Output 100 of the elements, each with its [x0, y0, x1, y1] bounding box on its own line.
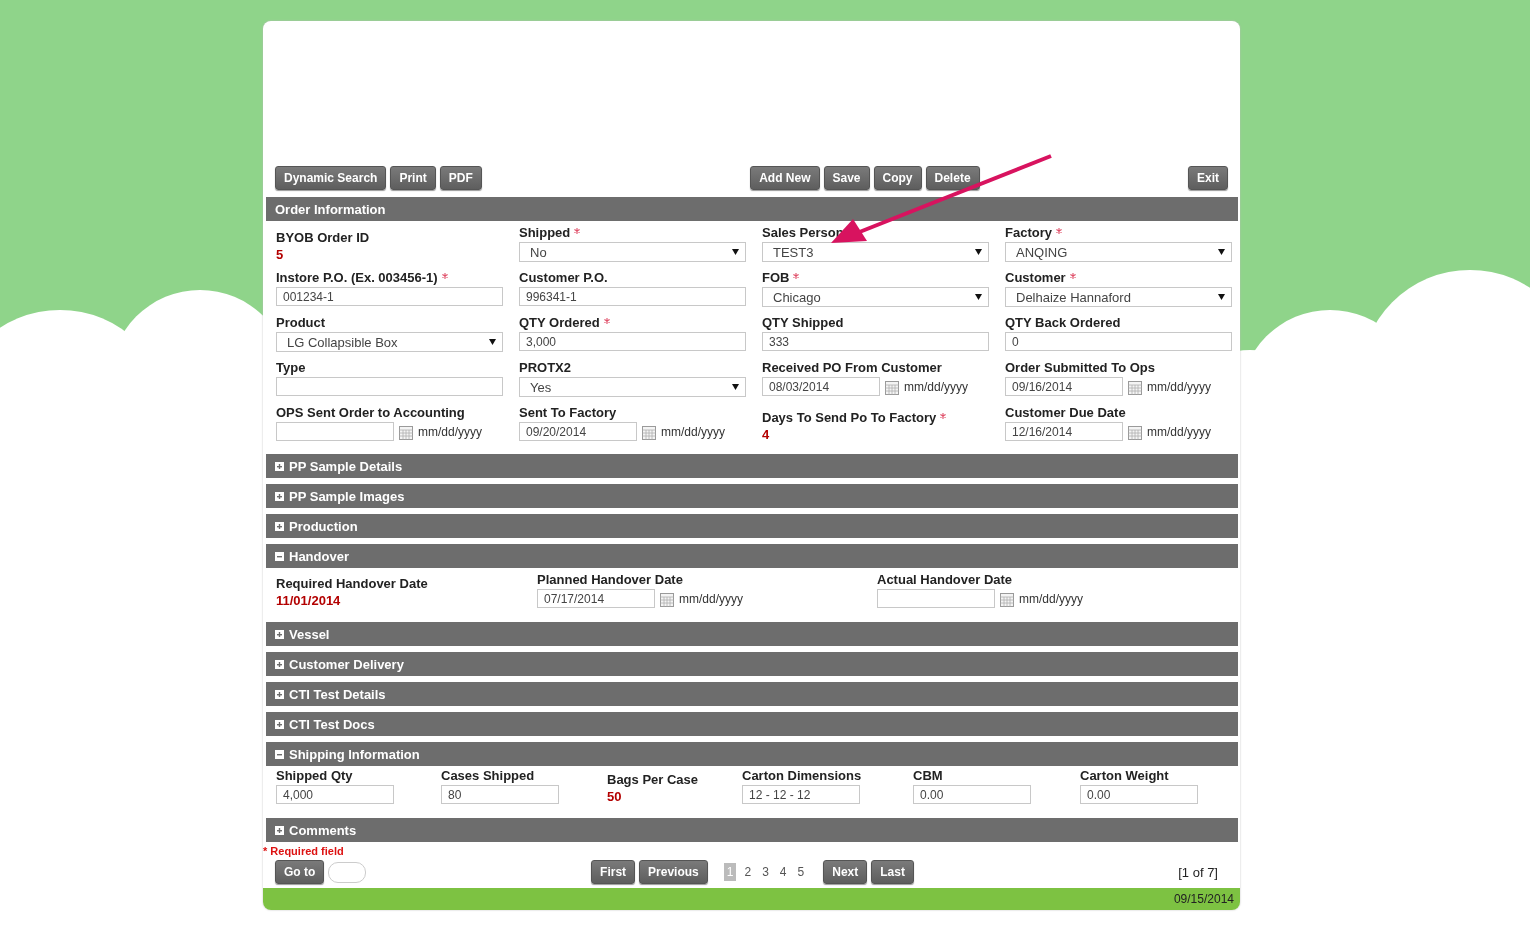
- section-header[interactable]: Customer Delivery: [266, 652, 1238, 676]
- page-link[interactable]: 5: [794, 863, 808, 881]
- record-count: [1 of 7]: [1177, 864, 1218, 880]
- field-label: PROTX2: [519, 360, 571, 375]
- text-field[interactable]: 12 - 12 - 12: [742, 785, 860, 804]
- section-header[interactable]: PP Sample Images: [266, 484, 1238, 508]
- field-label: QTY Ordered: [519, 315, 600, 330]
- select-field[interactable]: Yes: [519, 377, 746, 397]
- section-header[interactable]: Shipping Information: [266, 742, 1238, 766]
- section-header[interactable]: Production: [266, 514, 1238, 538]
- field-label: Product: [276, 315, 326, 330]
- section-header[interactable]: Order Information: [266, 197, 1238, 221]
- date-format-hint: mm/dd/yyyy: [679, 591, 743, 606]
- calendar-icon[interactable]: [642, 426, 656, 440]
- expand-icon[interactable]: [275, 461, 284, 471]
- calendar-icon[interactable]: [1000, 593, 1014, 607]
- field-label: Bags Per Case: [607, 772, 699, 787]
- first-button[interactable]: First: [591, 860, 636, 884]
- expand-icon[interactable]: [275, 825, 284, 835]
- expand-icon[interactable]: [275, 689, 284, 699]
- go-to-button[interactable]: Go to: [275, 860, 325, 884]
- expand-icon[interactable]: [275, 491, 284, 501]
- text-field[interactable]: 80: [441, 785, 559, 804]
- expand-icon[interactable]: [275, 521, 284, 531]
- field-label: CBM: [913, 768, 943, 783]
- page-number-field[interactable]: [328, 861, 367, 883]
- date-format-hint: mm/dd/yyyy: [904, 379, 968, 394]
- section-header[interactable]: PP Sample Details: [266, 454, 1238, 478]
- caret-icon: [975, 249, 982, 255]
- text-field[interactable]: 0.00: [1080, 785, 1198, 804]
- field-label: Days To Send Po To Factory: [762, 410, 937, 425]
- date-field[interactable]: 09/20/2014: [519, 422, 637, 441]
- calendar-icon[interactable]: [885, 381, 899, 395]
- section-header[interactable]: CTI Test Docs: [266, 712, 1238, 736]
- page-link[interactable]: 4: [776, 863, 790, 881]
- page-link[interactable]: 2: [741, 863, 755, 881]
- text-field[interactable]: 996341-1: [519, 287, 746, 306]
- select-field[interactable]: Chicago: [762, 287, 989, 307]
- field-value: 4: [762, 427, 771, 442]
- collapse-icon[interactable]: [275, 749, 284, 759]
- section-header[interactable]: Comments: [266, 818, 1238, 842]
- date-field[interactable]: 09/16/2014: [1005, 377, 1123, 396]
- text-field[interactable]: 0: [1005, 332, 1232, 351]
- text-field[interactable]: 4,000: [276, 785, 394, 804]
- field-label: Customer: [1005, 270, 1066, 285]
- text-field[interactable]: [276, 377, 503, 396]
- previous-button[interactable]: Previous: [639, 860, 708, 884]
- next-button[interactable]: Next: [823, 860, 868, 884]
- date-field[interactable]: 12/16/2014: [1005, 422, 1123, 441]
- calendar-icon[interactable]: [660, 593, 674, 607]
- field-label: Carton Dimensions: [742, 768, 862, 783]
- field-label: Cases Shipped: [441, 768, 535, 783]
- select-field[interactable]: No: [519, 242, 746, 262]
- select-field[interactable]: LG Collapsible Box: [276, 332, 503, 352]
- select-field[interactable]: ANQING: [1005, 242, 1232, 262]
- page-link[interactable]: 3: [759, 863, 772, 881]
- section-header[interactable]: Handover: [266, 544, 1238, 568]
- toolbar-button[interactable]: Dynamic Search: [275, 166, 387, 190]
- calendar-icon[interactable]: [399, 426, 413, 440]
- status-date: 09/15/2014: [1173, 892, 1234, 906]
- section-header[interactable]: Vessel: [266, 622, 1238, 646]
- collapse-icon[interactable]: [275, 551, 284, 561]
- text-field[interactable]: 001234-1: [276, 287, 503, 306]
- date-field[interactable]: 08/03/2014: [762, 377, 880, 396]
- field-label: Customer Due Date: [1005, 405, 1126, 420]
- field-value: 5: [276, 247, 285, 262]
- field-label: Factory: [1005, 225, 1052, 240]
- toolbar-button[interactable]: Add New: [750, 166, 820, 190]
- field-label: Actual Handover Date: [877, 572, 1013, 587]
- toolbar-button[interactable]: Print: [390, 166, 436, 190]
- toolbar-button[interactable]: Copy: [873, 166, 922, 190]
- required-note: * Required field: [263, 845, 345, 857]
- caret-icon: [732, 384, 739, 390]
- text-field[interactable]: 3,000: [519, 332, 746, 351]
- field-label: Customer P.O.: [519, 270, 608, 285]
- exit-button[interactable]: Exit: [1188, 166, 1228, 190]
- calendar-icon[interactable]: [1128, 426, 1142, 440]
- caret-icon: [975, 294, 982, 300]
- toolbar-button[interactable]: PDF: [439, 166, 482, 190]
- date-field[interactable]: [276, 422, 394, 441]
- text-field[interactable]: 333: [762, 332, 989, 351]
- date-field[interactable]: [877, 589, 995, 608]
- section-header[interactable]: CTI Test Details: [266, 682, 1238, 706]
- expand-icon[interactable]: [275, 719, 284, 729]
- expand-icon[interactable]: [275, 629, 284, 639]
- text-field[interactable]: 0.00: [913, 785, 1031, 804]
- toolbar-button[interactable]: Save: [823, 166, 870, 190]
- toolbar-button[interactable]: Delete: [925, 166, 980, 190]
- last-button[interactable]: Last: [871, 860, 914, 884]
- select-field[interactable]: Delhaize Hannaford: [1005, 287, 1232, 307]
- field-label: Shipped: [519, 225, 571, 240]
- field-label: Planned Handover Date: [537, 572, 683, 587]
- field-value: 11/01/2014: [276, 593, 342, 608]
- expand-icon[interactable]: [275, 659, 284, 669]
- date-field[interactable]: 07/17/2014: [537, 589, 655, 608]
- field-label: Order Submitted To Ops: [1005, 360, 1155, 375]
- calendar-icon[interactable]: [1128, 381, 1142, 395]
- select-field[interactable]: TEST3: [762, 242, 989, 262]
- field-label: OPS Sent Order to Accounting: [276, 405, 465, 420]
- date-format-hint: mm/dd/yyyy: [1147, 379, 1211, 394]
